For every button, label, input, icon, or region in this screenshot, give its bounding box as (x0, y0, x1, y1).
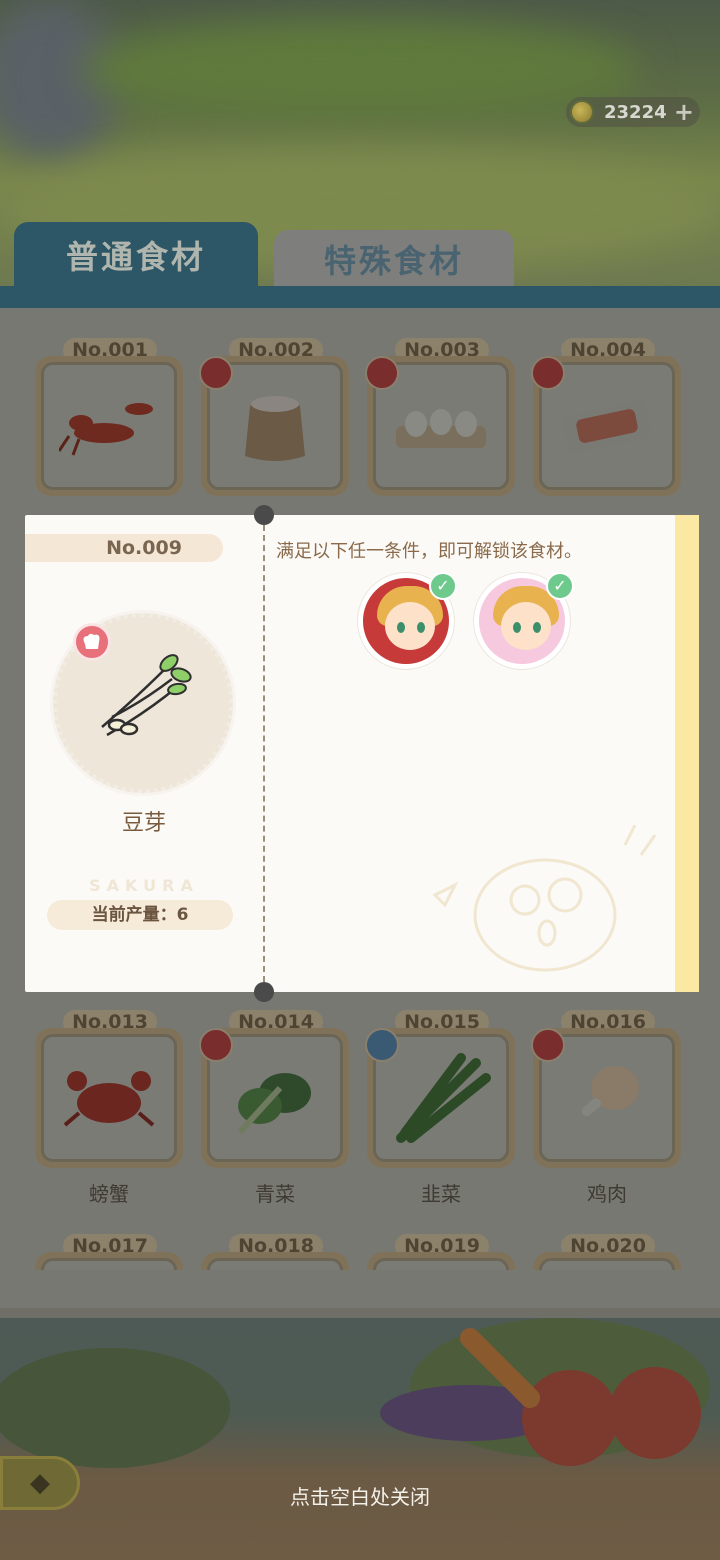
dialog-divider (263, 515, 265, 992)
divider-dot (254, 982, 274, 1002)
bok-choy-icon (237, 1073, 311, 1135)
ingredient-row-5: No.017 No.018 No.019 No.020 (0, 1234, 720, 1270)
chef-hat-badge-icon (365, 1028, 399, 1062)
chive-icon (396, 1053, 491, 1143)
chef-hat-badge-icon (531, 1028, 565, 1062)
ingredient-name: 豆芽 (121, 811, 166, 836)
chicken-leg-icon (581, 1066, 639, 1117)
currency-amount: 23224 (604, 101, 667, 123)
production-count: 当前产量：6 (47, 900, 233, 930)
check-icon: ✓ (546, 572, 574, 600)
tab-normal-ingredients[interactable]: 普通食材 (14, 222, 258, 288)
ingredient-detail-dialog[interactable]: No.009 豆芽 SAKURA 当前产量：6 满足以下任一条件，即可解锁该食材… (25, 505, 699, 1002)
chef-hat-icon (73, 623, 111, 661)
egg-tray-icon (396, 409, 486, 448)
currency-display: 23224 + (566, 97, 700, 127)
chef-hat-badge-icon (199, 356, 233, 390)
add-currency-button[interactable]: + (674, 100, 694, 124)
tab-special-ingredients[interactable]: 特殊食材 (274, 230, 514, 288)
chef-hat-badge-icon (531, 356, 565, 390)
sakura-watermark: SAKURA (89, 876, 199, 895)
coin-icon (570, 100, 594, 124)
close-hint[interactable]: 点击空白处关闭 (0, 1481, 720, 1510)
tab-bar (0, 286, 720, 308)
check-icon: ✓ (429, 572, 457, 600)
dialog-side-stripe (675, 515, 699, 992)
cat-sketch-decoration (432, 825, 657, 972)
unlock-condition-text: 满足以下任一条件，即可解锁该食材。 (276, 541, 582, 562)
bottom-scene (0, 1318, 720, 1560)
chef-hat-badge-icon (365, 356, 399, 390)
flour-sack-icon (245, 396, 305, 461)
divider-dot (254, 505, 274, 525)
crab-icon (63, 1071, 155, 1127)
vegetables-illustration (0, 1318, 710, 1468)
chef-hat-badge-icon (199, 1028, 233, 1062)
meat-tray-icon (563, 401, 651, 453)
crayfish-icon (59, 403, 153, 456)
ingredient-number: No.009 (25, 534, 223, 562)
